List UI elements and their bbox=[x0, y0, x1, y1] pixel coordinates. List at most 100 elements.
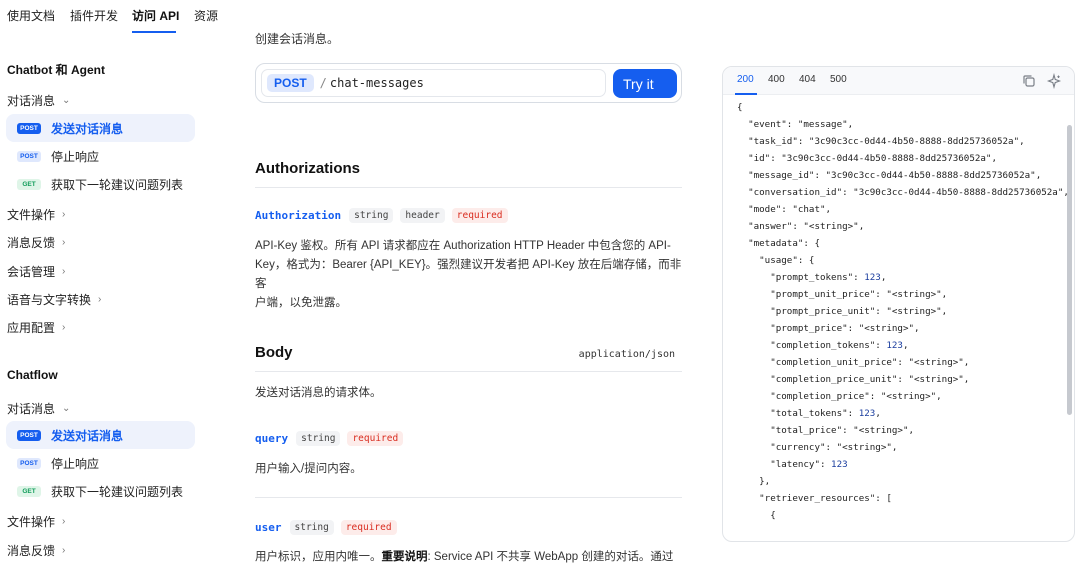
chevron-right-icon: › bbox=[62, 516, 66, 527]
sidebar-item-label: 停止响应 bbox=[51, 149, 100, 164]
group-file-ops-2[interactable]: 文件操作 › bbox=[7, 513, 65, 530]
code-line: "prompt_unit_price": "<string>", bbox=[737, 289, 948, 300]
section-title-authorizations: Authorizations bbox=[255, 160, 360, 177]
tab-400[interactable]: 400 bbox=[768, 74, 785, 85]
desc-prefix: 用户标识，应用内唯一。 bbox=[255, 551, 382, 563]
sidebar-item-stop-response-2[interactable]: POST 停止响应 bbox=[6, 449, 195, 477]
code-line: "conversation_id": "3c90c3cc-0d44-4b50-8… bbox=[737, 187, 1069, 198]
code-line: "metadata": { bbox=[737, 238, 820, 249]
method-badge: GET bbox=[17, 485, 41, 497]
group-feedback-2[interactable]: 消息反馈 › bbox=[7, 542, 65, 559]
group-label: 消息反馈 bbox=[7, 236, 56, 250]
method-badge: POST bbox=[267, 74, 314, 92]
content-type: application/json bbox=[578, 349, 675, 360]
group-label: 会话管理 bbox=[7, 265, 56, 279]
group-file-ops[interactable]: 文件操作 › bbox=[7, 206, 65, 223]
code-line: "completion_price": "<string>", bbox=[737, 391, 942, 402]
response-tabs: 200 400 404 500 bbox=[723, 67, 1074, 95]
code-line: "total_tokens": 123, bbox=[737, 408, 881, 419]
code-line: "prompt_price_unit": "<string>", bbox=[737, 306, 948, 317]
group-chat-messages-2[interactable]: 对话消息 ⌄ bbox=[7, 400, 70, 417]
body-description: 发送对话消息的请求体。 bbox=[255, 387, 382, 399]
method-badge: POST bbox=[17, 122, 41, 134]
code-line: "retriever_resources": [ bbox=[737, 493, 892, 504]
code-line: "id": "3c90c3cc-0d44-4b50-8888-8dd257360… bbox=[737, 153, 997, 164]
group-feedback[interactable]: 消息反馈 › bbox=[7, 234, 65, 251]
path-separator: / bbox=[319, 76, 327, 90]
sidebar-item-send-message-2[interactable]: POST 发送对话消息 bbox=[6, 421, 195, 449]
group-chat-messages[interactable]: 对话消息 ⌄ bbox=[7, 92, 70, 109]
section-title-body: Body bbox=[255, 344, 293, 361]
endpoint-path: chat-messages bbox=[329, 76, 424, 90]
desc-suffix: : Service API 不共享 WebApp 创建的对话。通过 bbox=[427, 551, 674, 563]
sparkle-icon[interactable] bbox=[1046, 73, 1062, 89]
code-line: "completion_price_unit": "<string>", bbox=[737, 374, 970, 385]
method-badge: GET bbox=[17, 178, 41, 190]
code-block: { "event": "message", "task_id": "3c90c3… bbox=[723, 95, 1074, 541]
section-title-chatbot: Chatbot 和 Agent bbox=[7, 63, 105, 77]
vertical-scrollbar[interactable] bbox=[1067, 125, 1072, 415]
query-description: 用户输入/提问内容。 bbox=[255, 463, 362, 475]
chevron-down-icon: ⌄ bbox=[62, 95, 71, 106]
user-description: 用户标识，应用内唯一。重要说明: Service API 不共享 WebApp … bbox=[255, 548, 685, 566]
intro-text: 创建会话消息。 bbox=[255, 32, 340, 46]
sidebar-item-stop-response[interactable]: POST 停止响应 bbox=[6, 142, 195, 170]
nav-tab-api[interactable]: 访问 API bbox=[132, 7, 179, 24]
desc-line: Key，格式为：Bearer {API_KEY}。强烈建议开发者把 API-Ke… bbox=[255, 259, 682, 290]
nav-tab-docs[interactable]: 使用文档 bbox=[7, 7, 55, 24]
group-label: 语音与文字转换 bbox=[7, 293, 92, 307]
group-audio[interactable]: 语音与文字转换 › bbox=[7, 291, 101, 308]
code-line: "answer": "<string>", bbox=[737, 221, 865, 232]
chevron-right-icon: › bbox=[62, 545, 66, 556]
code-line: { bbox=[737, 510, 776, 521]
group-label: 消息反馈 bbox=[7, 544, 56, 558]
top-nav: 使用文档 插件开发 访问 API 资源 bbox=[0, 0, 1080, 34]
nav-tab-resources[interactable]: 资源 bbox=[194, 7, 218, 24]
code-line: }, bbox=[737, 476, 771, 487]
chevron-right-icon: › bbox=[62, 322, 66, 333]
desc-line: API-Key 鉴权。所有 API 请求都应在 Authorization HT… bbox=[255, 240, 671, 252]
sidebar-item-suggested-questions-2[interactable]: GET 获取下一轮建议问题列表 bbox=[6, 477, 195, 505]
param-query: query string required bbox=[255, 431, 404, 446]
chevron-right-icon: › bbox=[62, 209, 66, 220]
code-line: "prompt_price": "<string>", bbox=[737, 323, 920, 334]
section-title-chatflow: Chatflow bbox=[7, 368, 58, 382]
desc-line: 户端，以免泄露。 bbox=[255, 297, 347, 309]
code-line: "latency": 123 bbox=[737, 459, 848, 470]
tab-404[interactable]: 404 bbox=[799, 74, 816, 85]
tab-500[interactable]: 500 bbox=[830, 74, 847, 85]
param-required: required bbox=[347, 431, 404, 446]
param-type: string bbox=[296, 431, 341, 446]
param-location: header bbox=[400, 208, 445, 223]
sidebar-item-suggested-questions[interactable]: GET 获取下一轮建议问题列表 bbox=[6, 170, 195, 198]
param-name: user bbox=[255, 521, 282, 534]
param-type: string bbox=[349, 208, 394, 223]
param-user: user string required bbox=[255, 520, 397, 535]
auth-description: API-Key 鉴权。所有 API 请求都应在 Authorization HT… bbox=[255, 237, 685, 313]
param-name: Authorization bbox=[255, 209, 342, 222]
try-it-button[interactable]: Try it bbox=[613, 69, 677, 98]
active-tab-indicator bbox=[132, 31, 176, 33]
chevron-right-icon: › bbox=[98, 294, 102, 305]
param-name: query bbox=[255, 432, 289, 445]
group-label: 文件操作 bbox=[7, 515, 56, 529]
code-line: "completion_tokens": 123, bbox=[737, 340, 909, 351]
sidebar: Chatbot 和 Agent 对话消息 ⌄ POST 发送对话消息 POST 停… bbox=[0, 34, 210, 566]
chevron-right-icon: › bbox=[62, 237, 66, 248]
group-label: 应用配置 bbox=[7, 321, 56, 335]
tab-200[interactable]: 200 bbox=[737, 74, 754, 85]
chevron-down-icon: ⌄ bbox=[62, 403, 71, 414]
group-conversations[interactable]: 会话管理 › bbox=[7, 263, 65, 280]
main-content: 创建会话消息。 POST / chat-messages Try it Auth… bbox=[240, 32, 690, 566]
param-authorization: Authorization string header required bbox=[255, 208, 508, 223]
sidebar-item-label: 发送对话消息 bbox=[51, 121, 124, 136]
code-line: "prompt_tokens": 123, bbox=[737, 272, 887, 283]
endpoint-url[interactable]: POST / chat-messages bbox=[261, 69, 606, 97]
code-line: "task_id": "3c90c3cc-0d44-4b50-8888-8dd2… bbox=[737, 136, 1025, 147]
param-required: required bbox=[340, 520, 397, 535]
sidebar-item-send-message[interactable]: POST 发送对话消息 bbox=[6, 114, 195, 142]
nav-tab-plugin-dev[interactable]: 插件开发 bbox=[70, 7, 118, 24]
sidebar-item-label: 获取下一轮建议问题列表 bbox=[51, 177, 184, 192]
copy-icon[interactable] bbox=[1021, 73, 1037, 89]
group-app-config[interactable]: 应用配置 › bbox=[7, 319, 65, 336]
